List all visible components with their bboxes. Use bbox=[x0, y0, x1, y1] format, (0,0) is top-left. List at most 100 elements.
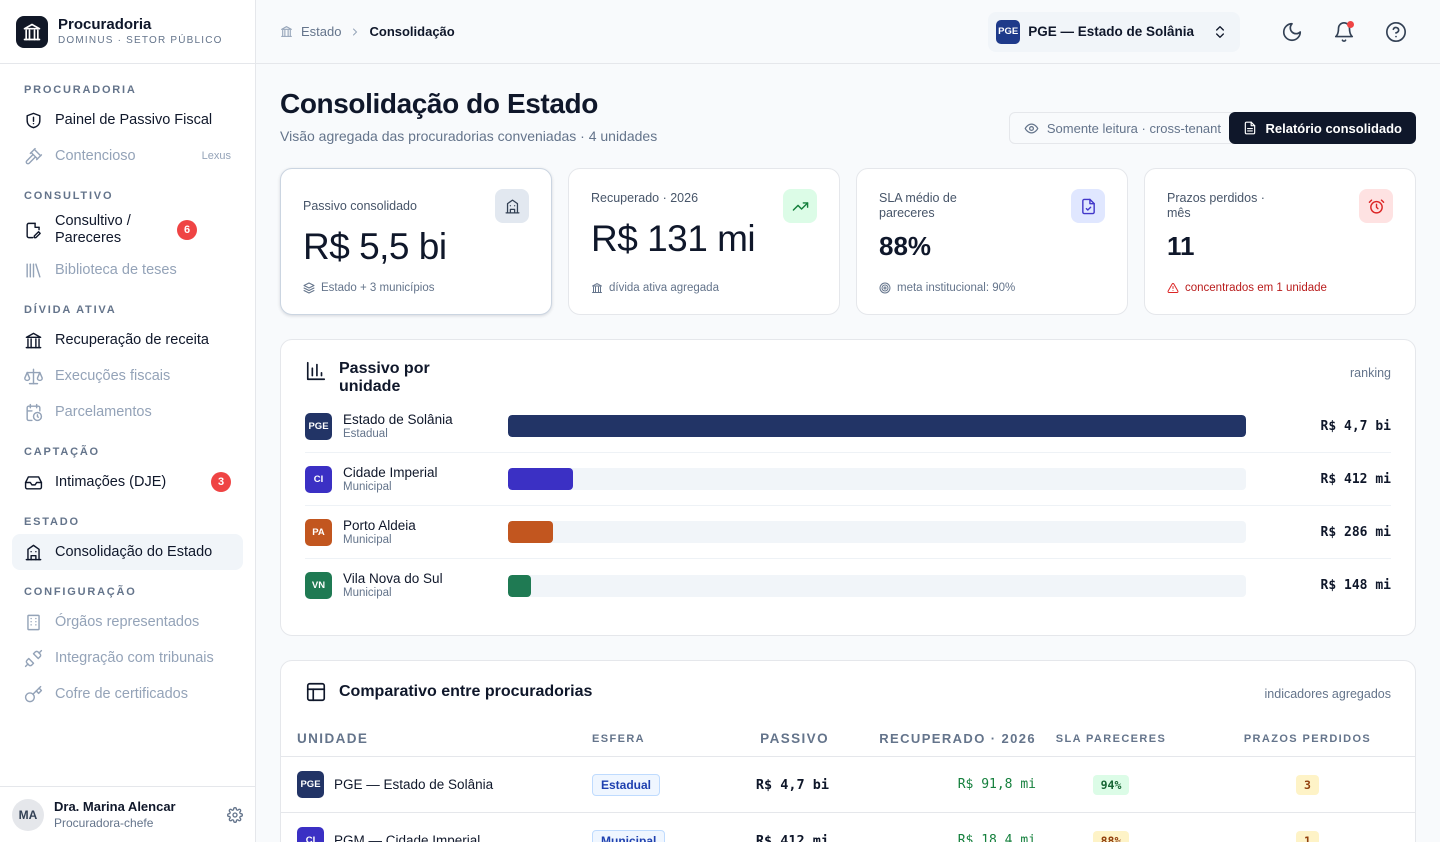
user-name: Dra. Marina Alencar bbox=[54, 799, 176, 814]
kpi-foot: Estado + 3 municípios bbox=[303, 282, 434, 294]
kpi-value: R$ 131 mi bbox=[591, 218, 756, 259]
unit-value: R$ 148 mi bbox=[1320, 578, 1391, 593]
kpi-card-sla[interactable]: SLA médio de pareceres 88% meta instituc… bbox=[856, 168, 1128, 315]
unit-bar-row[interactable]: CI Cidade Imperial Municipal R$ 412 mi bbox=[305, 453, 1391, 506]
sidebar-item-label: Cofre de certificados bbox=[55, 685, 188, 702]
sidebar-item-contencioso[interactable]: Contencioso Lexus bbox=[12, 138, 243, 174]
kpi-row: Passivo consolidado R$ 5,5 bi Estado + 3… bbox=[280, 168, 1416, 315]
help-button[interactable] bbox=[1376, 12, 1416, 52]
library-icon bbox=[26, 262, 41, 278]
unit-logo: CI bbox=[305, 465, 332, 493]
pending-count-badge: 3 bbox=[211, 472, 231, 492]
column-header[interactable]: UNIDADE bbox=[297, 731, 592, 746]
sidebar-item-label: Intimações (DJE) bbox=[55, 473, 167, 490]
sidebar-item-orgaos[interactable]: Órgãos representados bbox=[12, 604, 243, 640]
breadcrumb-item-estado[interactable]: Estado bbox=[301, 24, 341, 39]
bank-icon bbox=[281, 26, 292, 37]
sidebar-item-integracao[interactable]: Integração com tribunais bbox=[12, 640, 243, 676]
unit-name: PGM — Cidade Imperial bbox=[334, 833, 481, 842]
recuperado-value: R$ 91,8 mi bbox=[957, 777, 1036, 792]
moon-icon bbox=[1282, 22, 1302, 41]
column-header[interactable]: SLA PARECERES bbox=[1036, 733, 1186, 745]
alarm-clock-icon bbox=[1368, 198, 1384, 214]
sidebar: Procuradoria DOMINUS · SETOR PÚBLICO PRO… bbox=[0, 0, 256, 842]
unit-kind: Estadual bbox=[343, 427, 388, 440]
sidebar-item-label: Consultivo / Pareceres bbox=[55, 213, 131, 246]
table-icon bbox=[306, 682, 326, 702]
brand[interactable]: Procuradoria DOMINUS · SETOR PÚBLICO bbox=[0, 0, 255, 64]
unit-kind: Municipal bbox=[343, 587, 392, 599]
column-header[interactable]: PASSIVO bbox=[692, 731, 829, 746]
bank-icon bbox=[25, 332, 42, 348]
target-icon bbox=[879, 282, 891, 294]
unit-name: Vila Nova do Sul bbox=[343, 571, 443, 586]
readonly-label: Somente leitura · cross-tenant bbox=[1046, 120, 1221, 136]
office-icon bbox=[27, 614, 40, 630]
sidebar-item-cofre[interactable]: Cofre de certificados bbox=[12, 676, 243, 712]
bar-fill bbox=[508, 521, 553, 543]
warning-icon bbox=[1167, 283, 1179, 293]
comparativo-card: Comparativo entre procuradorias indicado… bbox=[280, 660, 1416, 842]
kpi-card-prazos[interactable]: Prazos perdidos · mês 11 concentrados em… bbox=[1144, 168, 1416, 315]
page-subtitle: Visão agregada das procuradorias conveni… bbox=[280, 128, 658, 144]
unit-logo: CI bbox=[297, 827, 324, 842]
column-header[interactable]: ESFERA bbox=[592, 733, 692, 745]
card-meta: indicadores agregados bbox=[1264, 687, 1391, 701]
sidebar-item-parcelamentos[interactable]: Parcelamentos bbox=[12, 394, 243, 430]
sidebar-item-consolidacao[interactable]: Consolidação do Estado bbox=[12, 534, 243, 570]
sidebar-item-consultivo[interactable]: Consultivo / Pareceres 6 bbox=[12, 208, 243, 252]
table-row[interactable]: CI PGM — Cidade Imperial Municipal R$ 41… bbox=[281, 813, 1415, 842]
kpi-icon bbox=[1359, 189, 1393, 223]
card-header: Passivo por unidade ranking bbox=[305, 340, 1391, 400]
bank-icon bbox=[592, 283, 602, 293]
notifications-button[interactable] bbox=[1324, 12, 1364, 52]
kpi-icon bbox=[1071, 189, 1105, 223]
file-edit-icon bbox=[26, 222, 41, 238]
card-header: Comparativo entre procuradorias indicado… bbox=[281, 661, 1415, 717]
trending-up-icon bbox=[792, 201, 808, 211]
sidebar-item-biblioteca[interactable]: Biblioteca de teses bbox=[12, 252, 243, 288]
help-circle-icon bbox=[1386, 21, 1406, 42]
recuperado-value: R$ 18,4 mi bbox=[957, 833, 1036, 842]
table-row[interactable]: PGE PGE — Estado de Solânia Estadual R$ … bbox=[281, 757, 1415, 813]
bar-fill bbox=[508, 574, 532, 597]
avatar: MA bbox=[12, 798, 44, 831]
kpi-card-passivo[interactable]: Passivo consolidado R$ 5,5 bi Estado + 3… bbox=[280, 168, 552, 315]
plug-icon bbox=[24, 649, 43, 667]
consolidated-report-button[interactable]: Relatório consolidado bbox=[1229, 112, 1416, 144]
topbar: Estado Consolidação PGE PGE — Estado de … bbox=[256, 0, 1440, 64]
nav-section-title: DÍVIDA ATIVA bbox=[24, 304, 117, 316]
unit-bar-row[interactable]: VN Vila Nova do Sul Municipal R$ 148 mi bbox=[305, 559, 1391, 612]
theme-toggle-button[interactable] bbox=[1272, 12, 1312, 52]
sla-badge: 88% bbox=[1092, 830, 1130, 842]
sidebar-item-recuperacao[interactable]: Recuperação de receita bbox=[12, 322, 243, 358]
key-icon bbox=[24, 685, 43, 702]
kpi-value: R$ 5,5 bi bbox=[303, 226, 447, 267]
calendar-clock-icon bbox=[26, 403, 43, 421]
bar-chart-icon bbox=[306, 361, 326, 381]
file-text-icon bbox=[1245, 121, 1256, 135]
sidebar-item-intimacoes[interactable]: Intimações (DJE) 3 bbox=[12, 464, 243, 500]
column-header[interactable]: PRAZOS PERDIDOS bbox=[1186, 733, 1399, 745]
gear-icon[interactable] bbox=[227, 806, 243, 823]
breadcrumb: Estado Consolidação bbox=[280, 24, 988, 39]
file-check-icon bbox=[1081, 198, 1095, 214]
unit-bar-row[interactable]: PGE Estado de Solânia Estadual R$ 4,7 bi bbox=[305, 400, 1391, 453]
eye-icon bbox=[1024, 123, 1039, 133]
tenant-switcher[interactable]: PGE PGE — Estado de Solânia bbox=[988, 11, 1240, 52]
unit-value: R$ 4,7 bi bbox=[1320, 418, 1391, 434]
sidebar-item-label: Órgãos representados bbox=[55, 613, 200, 630]
unit-name: Porto Aldeia bbox=[343, 517, 416, 533]
column-header[interactable]: RECUPERADO · 2026 bbox=[829, 731, 1036, 746]
unit-logo: PA bbox=[305, 518, 332, 546]
sidebar-item-painel-passivo[interactable]: Painel de Passivo Fiscal bbox=[12, 102, 243, 138]
unit-bar-row[interactable]: PA Porto Aldeia Municipal R$ 286 mi bbox=[305, 506, 1391, 559]
brand-subtitle: DOMINUS · SETOR PÚBLICO bbox=[58, 35, 223, 46]
sidebar-item-execucoes[interactable]: Execuções fiscais bbox=[12, 358, 243, 394]
user-profile[interactable]: MA Dra. Marina Alencar Procuradora-chefe bbox=[0, 786, 255, 842]
esfera-badge: Estadual bbox=[592, 773, 661, 796]
breadcrumb-current: Consolidação bbox=[369, 24, 455, 39]
building-icon bbox=[504, 198, 520, 214]
bar-track bbox=[508, 415, 1246, 437]
kpi-card-recuperado[interactable]: Recuperado · 2026 R$ 131 mi dívida ativa… bbox=[568, 168, 840, 315]
